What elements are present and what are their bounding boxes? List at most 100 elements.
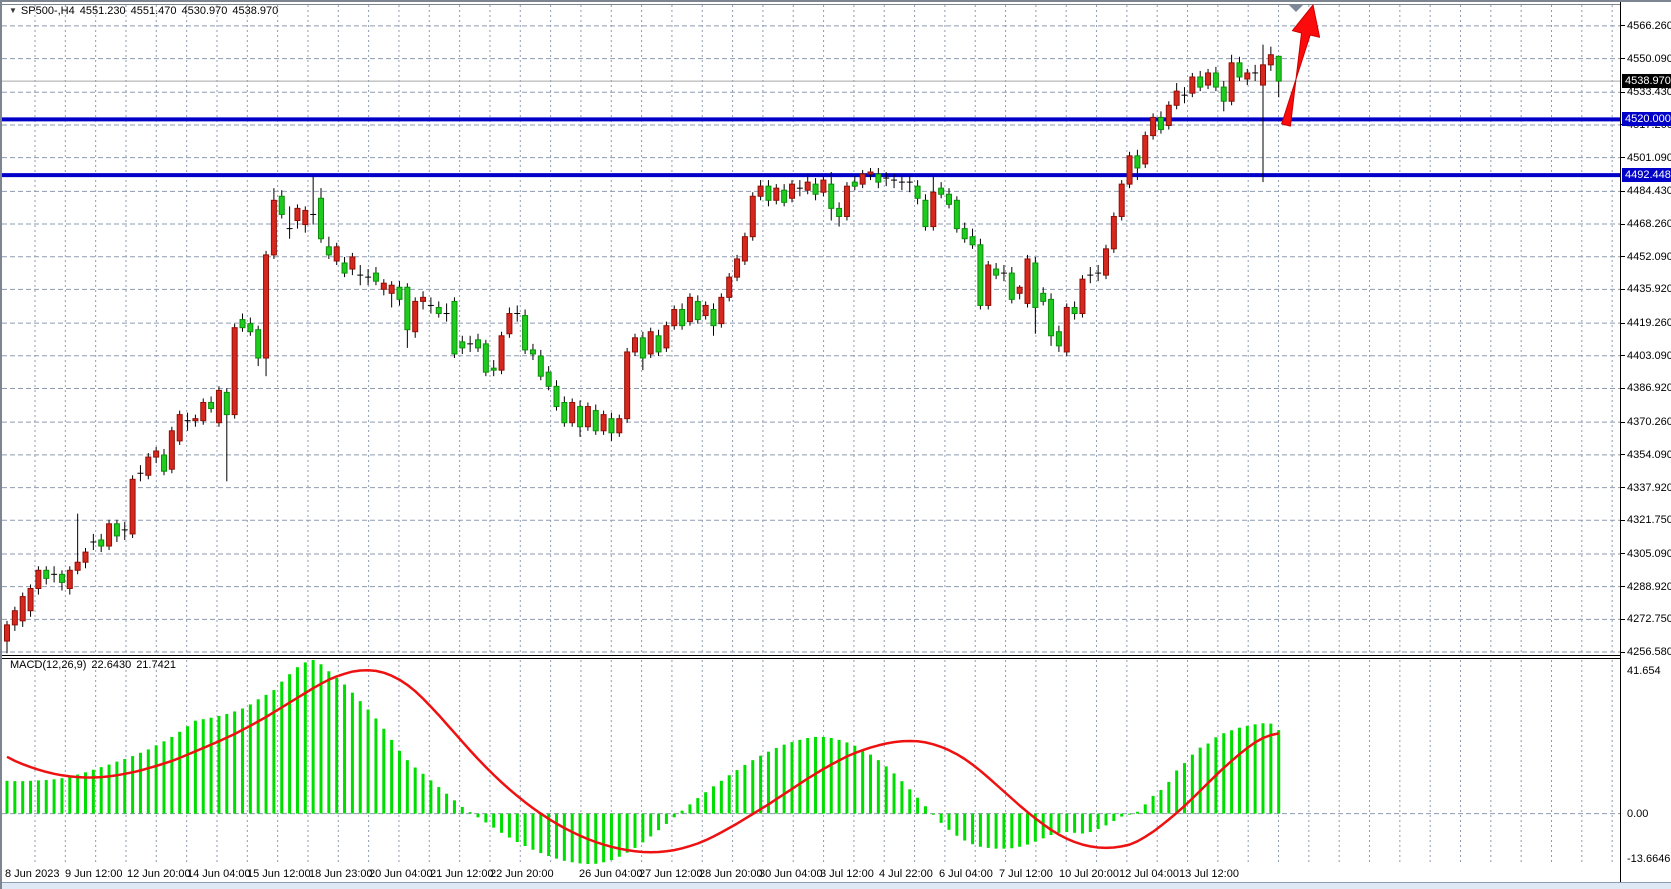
- macd-histogram-bar: [1002, 814, 1005, 849]
- candle-body: [264, 255, 269, 358]
- macd-histogram-bar: [155, 745, 158, 813]
- candle-body: [413, 301, 418, 331]
- price-tickmark: [1621, 256, 1625, 257]
- candle-body: [381, 283, 386, 289]
- macd-indicator-readout: MACD(12,26,9)22.643021.7421: [10, 659, 181, 671]
- price-tick-label: 4419.260: [1627, 316, 1671, 330]
- candle-body: [962, 229, 967, 239]
- macd-histogram-bar: [798, 740, 801, 814]
- candle-body: [601, 415, 606, 431]
- macd-histogram-bar: [618, 814, 621, 857]
- macd-histogram-bar: [673, 814, 676, 818]
- candle-body: [1229, 63, 1234, 101]
- candle-body: [538, 356, 543, 376]
- macd-histogram-bar: [806, 738, 809, 814]
- candle-body: [1104, 249, 1109, 275]
- macd-histogram-bar: [210, 718, 213, 814]
- macd-histogram-bar: [288, 674, 291, 813]
- candle-body: [177, 415, 182, 441]
- macd-histogram-bar: [115, 762, 118, 814]
- price-tickmark: [1621, 619, 1625, 620]
- candle-body: [562, 402, 567, 422]
- macd-histogram-bar: [500, 814, 503, 833]
- candle-body: [939, 188, 944, 194]
- macd-histogram-bar: [1269, 724, 1272, 814]
- price-axis[interactable]: 4566.2604550.0904533.4304517.2604501.090…: [1620, 2, 1671, 882]
- candle-body: [75, 562, 80, 570]
- candle-body: [279, 196, 284, 214]
- macd-histogram-bar: [477, 814, 480, 818]
- price-tickmark: [1621, 224, 1625, 225]
- current-price-label: 4538.970: [1622, 74, 1671, 88]
- macd-signal-value: 21.7421: [136, 659, 176, 671]
- level-lines-layer[interactable]: [2, 119, 1620, 175]
- candle-body: [193, 419, 198, 421]
- macd-histogram-bar: [265, 695, 268, 814]
- macd-histogram-bar: [626, 814, 629, 853]
- macd-histogram-bar: [987, 814, 990, 848]
- price-tickmark: [1621, 355, 1625, 356]
- macd-histogram-bar: [233, 711, 236, 813]
- macd-histogram-bar: [1222, 733, 1225, 813]
- time-axis-label: 4 Jul 22:00: [879, 867, 933, 881]
- price-tickmark: [1621, 520, 1625, 521]
- macd-histogram-bar: [1238, 728, 1241, 814]
- candle-body: [1111, 216, 1116, 248]
- macd-histogram-bar: [492, 814, 495, 828]
- macd-histogram-bar: [955, 814, 958, 836]
- macd-label: MACD(12,26,9): [10, 659, 86, 671]
- chart-menu-icon[interactable]: ▼: [9, 6, 17, 15]
- macd-histogram-bar: [979, 814, 982, 847]
- macd-histogram-bar: [665, 814, 668, 824]
- macd-histogram-bar: [736, 770, 739, 814]
- candle-body: [766, 186, 771, 200]
- price-tickmark: [1621, 289, 1625, 290]
- up-arrow-annotation: [1282, 5, 1320, 126]
- candle-body: [1221, 87, 1226, 101]
- time-axis[interactable]: 8 Jun 20239 Jun 12:0012 Jun 20:0014 Jun …: [2, 864, 1620, 882]
- candle-body: [758, 186, 763, 196]
- candle-body: [617, 419, 622, 433]
- macd-histogram-bar: [563, 814, 566, 861]
- macd-histogram-bar: [296, 667, 299, 813]
- candles-layer: [5, 45, 1282, 654]
- time-axis-label: 12 Jul 04:00: [1119, 867, 1179, 881]
- candle-body: [483, 344, 488, 372]
- low-value: 4530.970: [182, 5, 228, 17]
- candle-body: [915, 186, 920, 198]
- grid-layer: [2, 5, 1620, 869]
- macd-histogram-bar: [312, 660, 315, 814]
- macd-histogram-bar: [108, 765, 111, 814]
- price-tick-label: 4468.260: [1627, 217, 1671, 231]
- macd-histogram-bar: [1010, 814, 1013, 849]
- macd-histogram-bar: [524, 814, 527, 846]
- macd-histogram-bar: [1199, 748, 1202, 814]
- candle-body: [1135, 156, 1140, 168]
- candle-body: [1245, 73, 1250, 79]
- candle-body: [672, 309, 677, 325]
- candle-body: [648, 332, 653, 354]
- candle-body: [640, 338, 645, 358]
- candle-body: [876, 174, 881, 182]
- macd-histogram-bar: [602, 814, 605, 863]
- candle-body: [303, 210, 308, 224]
- candle-body: [1049, 299, 1054, 335]
- candle-body: [656, 336, 661, 352]
- macd-axis-label: 41.654: [1627, 664, 1661, 678]
- candle-body: [146, 457, 151, 475]
- candle-body: [1041, 293, 1046, 301]
- candle-body: [790, 184, 795, 198]
- macd-histogram-bar: [1105, 814, 1108, 826]
- macd-layer: [6, 660, 1281, 864]
- candle-body: [107, 524, 112, 546]
- macd-histogram-bar: [743, 765, 746, 814]
- macd-histogram-bar: [147, 749, 150, 813]
- macd-histogram-bar: [1073, 814, 1076, 833]
- macd-histogram-bar: [76, 775, 79, 814]
- arrow-layer[interactable]: [1282, 5, 1320, 126]
- macd-histogram-bar: [893, 773, 896, 813]
- chart-canvas[interactable]: [2, 2, 1671, 889]
- macd-histogram-bar: [861, 750, 864, 814]
- macd-histogram-bar: [924, 806, 927, 813]
- candle-body: [389, 285, 394, 293]
